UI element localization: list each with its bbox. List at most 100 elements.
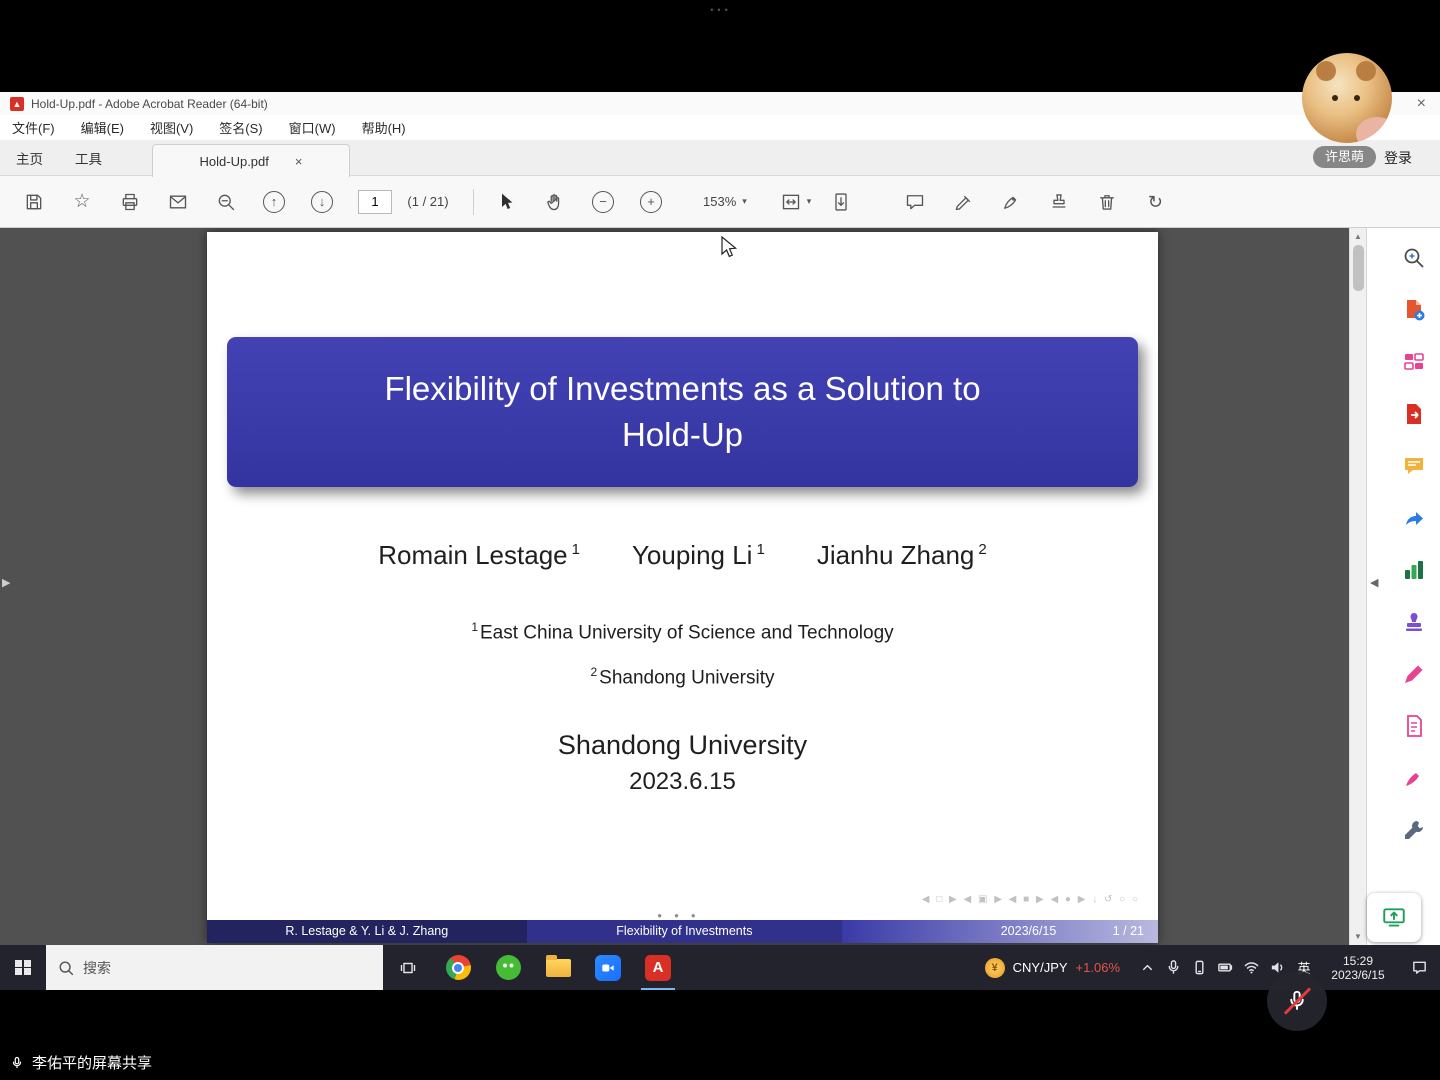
document-tab[interactable]: Hold-Up.pdf × (152, 144, 350, 177)
acrobat-window: ▲ Hold-Up.pdf - Adobe Acrobat Reader (64… (0, 92, 1440, 945)
share-tool[interactable] (1400, 504, 1428, 532)
highlight-button[interactable] (939, 183, 987, 221)
slide-footline: R. Lestage & Y. Li & J. Zhang Flexibilit… (207, 920, 1158, 943)
conference-menu-dots[interactable]: ••• (698, 5, 744, 15)
export-excel-tool[interactable] (1400, 556, 1428, 584)
highlighter-icon (953, 192, 973, 212)
task-view-button[interactable] (383, 945, 433, 990)
email-button[interactable] (154, 183, 202, 221)
vertical-scrollbar[interactable]: ▲ ▼ (1349, 228, 1366, 945)
create-pdf-tool[interactable] (1400, 296, 1428, 324)
hand-tool-button[interactable] (531, 183, 579, 221)
clock-date: 2023/6/15 (1318, 968, 1398, 982)
toolbar: ☆ ↑ ↓ (1 / 21) − + 153% ▾ ▾ (0, 176, 1440, 228)
participant-name-badge: 许思萌 (1313, 146, 1376, 168)
menu-view[interactable]: 视图(V) (150, 118, 193, 137)
footline-date-page: 2023/6/15 1 / 21 (842, 920, 1158, 943)
menu-window[interactable]: 窗口(W) (289, 118, 336, 137)
magnifier-plus-icon (1402, 246, 1426, 270)
tray-battery[interactable] (1212, 945, 1238, 990)
taskbar-meeting-app[interactable] (583, 945, 633, 990)
stamp-icon (1049, 192, 1069, 212)
tab-tools[interactable]: 工具 (59, 148, 118, 168)
tray-device[interactable] (1186, 945, 1212, 990)
sign-pen-button[interactable] (987, 183, 1035, 221)
rotate-button[interactable]: ↻ (1131, 183, 1179, 221)
page-number-input[interactable] (358, 190, 392, 214)
search-icon (58, 960, 74, 976)
more-tools[interactable] (1400, 816, 1428, 844)
windows-logo-icon (15, 960, 31, 976)
stamp-tool-icon (1402, 610, 1426, 634)
fountain-pen-icon (1001, 192, 1021, 212)
zoom-out-button[interactable]: − (579, 183, 627, 221)
page-count-label: (1 / 21) (392, 194, 464, 209)
fill-sign-tool[interactable] (1400, 764, 1428, 792)
sign-in-button[interactable]: 登录 (1384, 148, 1412, 168)
stamp-tool[interactable] (1400, 608, 1428, 636)
action-center-button[interactable] (1398, 945, 1440, 990)
scrollbar-thumb[interactable] (1353, 245, 1364, 291)
taskbar-acrobat[interactable]: A (633, 945, 683, 990)
taskbar-file-explorer[interactable] (533, 945, 583, 990)
tray-network[interactable] (1238, 945, 1264, 990)
zoom-level-dropdown[interactable]: 153% ▾ (697, 194, 753, 209)
previous-page-button[interactable]: ↑ (250, 183, 298, 221)
tools-pane-collapse-button[interactable]: ◀ (1370, 576, 1378, 589)
slide-title-line1: Flexibility of Investments as a Solution… (384, 366, 980, 412)
menu-edit[interactable]: 编辑(E) (81, 118, 124, 137)
export-pdf-tool[interactable] (1400, 400, 1428, 428)
taskbar-chrome[interactable] (433, 945, 483, 990)
screen-share-label: 李佑平的屏幕共享 (32, 1052, 152, 1073)
stock-pair-label: CNY/JPY (1013, 960, 1068, 975)
menu-sign[interactable]: 签名(S) (219, 118, 262, 137)
start-button[interactable] (0, 945, 46, 990)
window-close-button[interactable]: × (1413, 96, 1430, 112)
window-title: Hold-Up.pdf - Adobe Acrobat Reader (64-b… (31, 97, 1413, 111)
navigation-pane-expand-button[interactable]: ▶ (0, 572, 12, 593)
mute-button[interactable] (1267, 971, 1327, 1031)
menu-help[interactable]: 帮助(H) (362, 118, 406, 137)
stamp-button[interactable] (1035, 183, 1083, 221)
tray-microphone[interactable] (1160, 945, 1186, 990)
comment-tool[interactable] (1400, 452, 1428, 480)
more-pages-tool[interactable] (1400, 712, 1428, 740)
search-input[interactable] (83, 960, 383, 976)
zoom-in-button[interactable]: + (627, 183, 675, 221)
screen: ••• ▲ Hold-Up.pdf - Adobe Acrobat Reader… (0, 0, 1440, 1080)
measure-tool[interactable] (1400, 660, 1428, 688)
wechat-icon (496, 955, 521, 980)
print-button[interactable] (106, 183, 154, 221)
taskbar-search[interactable] (46, 945, 383, 990)
delete-button[interactable] (1083, 183, 1131, 221)
news-stock-widget[interactable]: ¥ CNY/JPY +1.06% (971, 945, 1134, 990)
save-button[interactable] (10, 183, 58, 221)
search-button[interactable] (202, 183, 250, 221)
comment-bubble-icon (905, 192, 925, 212)
document-tab-close-icon[interactable]: × (295, 154, 303, 169)
next-page-button[interactable]: ↓ (298, 183, 346, 221)
beamer-navigation-symbols[interactable]: ◀ □ ▶ ◀ ▣ ▶ ◀ ■ ▶ ◀ ● ▶ ↓ ↺ ○ ○ (922, 894, 1140, 905)
comment-button[interactable] (891, 183, 939, 221)
tools-pane-icons (1367, 228, 1440, 844)
menu-bar: 文件(F) 编辑(E) 视图(V) 签名(S) 窗口(W) 帮助(H) (0, 115, 1440, 140)
pencil-icon (1402, 662, 1426, 686)
webcam-avatar[interactable] (1302, 53, 1392, 143)
tray-overflow-button[interactable] (1134, 945, 1160, 990)
document-tab-label: Hold-Up.pdf (200, 154, 269, 169)
organize-pages-tool[interactable] (1400, 348, 1428, 376)
scrolling-mode-button[interactable] (817, 183, 865, 221)
scroll-down-icon[interactable]: ▼ (1354, 928, 1362, 945)
favorite-button[interactable]: ☆ (58, 183, 106, 221)
fit-page-dropdown[interactable]: ▾ (775, 192, 818, 212)
select-tool-button[interactable] (483, 183, 531, 221)
screen-share-widget[interactable] (1367, 893, 1421, 942)
tab-home[interactable]: 主页 (0, 148, 59, 168)
menu-file[interactable]: 文件(F) (12, 118, 55, 137)
taskbar-clock[interactable]: 15:29 2023/6/15 (1318, 954, 1398, 982)
wifi-icon (1243, 959, 1260, 976)
search-zoom-tool[interactable] (1400, 244, 1428, 272)
page-down-icon: ↓ (311, 191, 333, 213)
taskbar-wechat[interactable] (483, 945, 533, 990)
scroll-up-icon[interactable]: ▲ (1354, 228, 1362, 245)
